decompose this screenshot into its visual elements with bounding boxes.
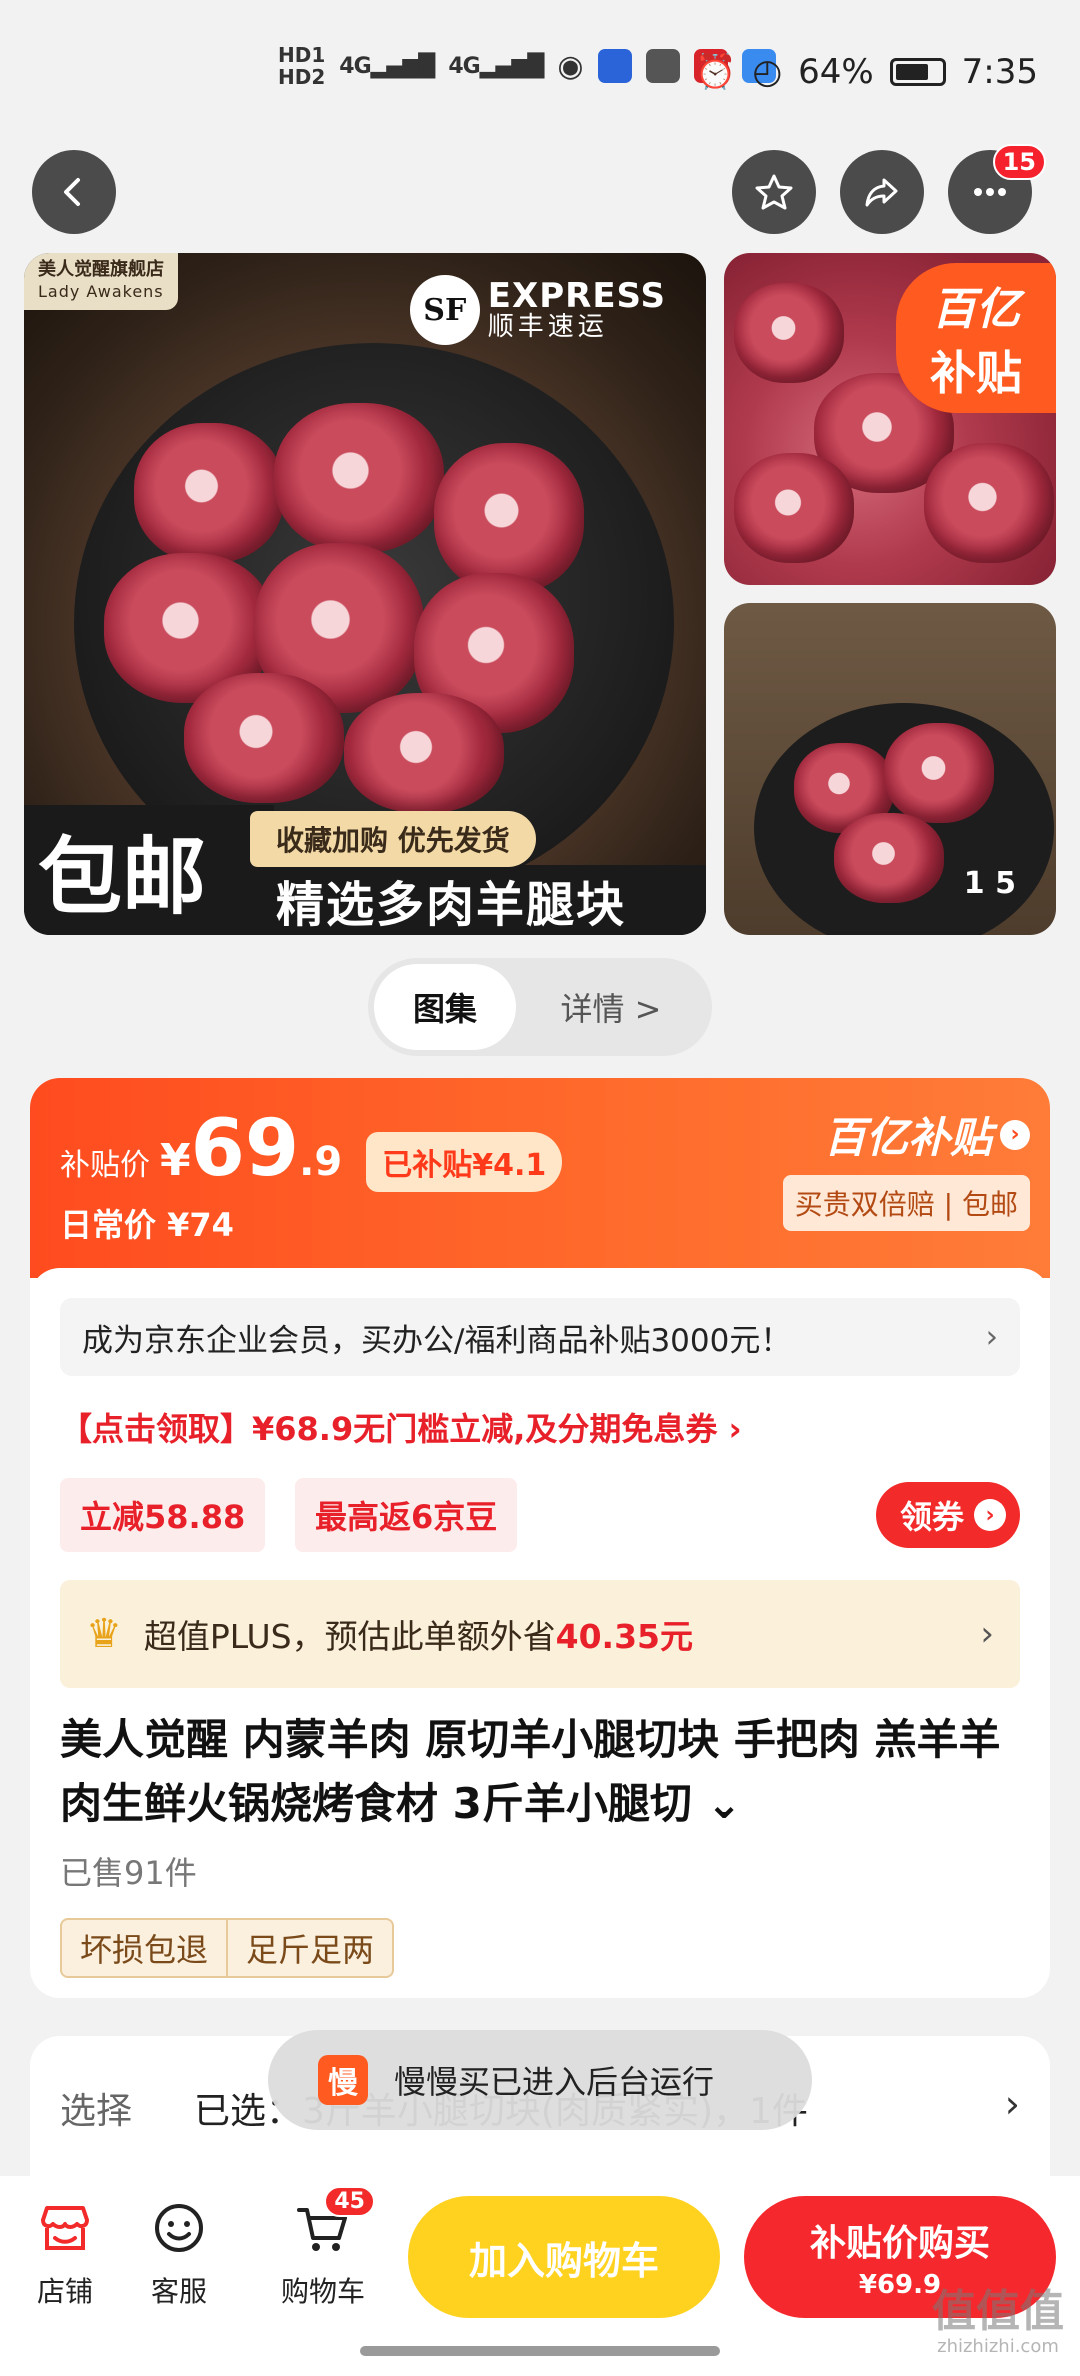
signal-icon: 4G▂▄▆█ [339,53,435,79]
chat-face-icon [155,2204,203,2252]
share-icon [865,178,898,207]
battery-icon [889,58,946,86]
sf-express-logo: SF EXPRESS 顺丰速运 [409,275,666,345]
calendar-app-icon [645,49,680,83]
hotspot-icon: ◉ [557,48,584,84]
tag-full-weight: 足斤足两 [226,1920,392,1976]
billion-subsidy-tag: 百亿 补贴 [896,263,1056,413]
chevron-right-icon: › [1004,2082,1020,2126]
chevron-right-icon: › [974,1499,1006,1531]
cart-count-badge: 45 [324,2186,375,2217]
subsidy-price-label: 补贴价 [60,1148,150,1183]
background-toast: 慢 慢慢买已进入后台运行 [268,2030,812,2130]
billion-subsidy-link[interactable]: 百亿补贴 › 买贵双倍赔 | 包邮 [750,1104,1030,1231]
guarantee-badge: 买贵双倍赔 | 包邮 [782,1175,1030,1231]
add-to-cart-button[interactable]: 加入购物车 [408,2196,720,2318]
chevron-right-icon: › [1000,1119,1030,1150]
battery-level: 64% [798,52,874,92]
enterprise-member-bar[interactable]: 成为京东企业会员，买办公/福利商品补贴3000元！ › [60,1298,1020,1376]
signal-icon-2: 4G▂▄▆█ [448,53,544,79]
media-tabs: 图集 详情 > [368,958,712,1056]
favorite-button[interactable] [732,150,816,234]
thumbnail-1[interactable]: 百亿 补贴 [724,253,1056,585]
product-title[interactable]: 美人觉醒 内蒙羊肉 原切羊小腿切块 手把肉 羔羊羊肉生鲜火锅烧烤食材 3斤羊小腿… [60,1708,1020,1836]
thumbnail-2[interactable]: 1 5 [724,603,1056,935]
store-icon [41,2206,89,2250]
store-button[interactable]: 店铺 [10,2196,120,2310]
hd1-indicator: HD1 [278,43,326,67]
tag-damage-refund: 坏损包退 [80,1931,209,1969]
price-integer: 69 [190,1104,300,1194]
tab-detail[interactable]: 详情 > [516,964,706,1050]
more-button[interactable]: 15 [948,144,1046,234]
crown-icon: ♛ [86,1611,122,1657]
coupon-link[interactable]: 【点击领取】¥68.9无门槛立减,及分期免息券 › [60,1404,742,1450]
manmanmai-app-icon: 慢 [318,2055,368,2105]
star-icon [755,174,793,210]
home-indicator[interactable] [360,2346,720,2356]
select-label: 选择 [60,2091,133,2132]
clock: 7:35 [961,52,1038,92]
plus-savings-bar[interactable]: ♛ 超值PLUS，预估此单额外省 40.35元 › [60,1580,1020,1688]
tab-gallery[interactable]: 图集 [374,964,516,1050]
hd2-indicator: HD2 [278,65,326,89]
jingdou-chip: 最高返6京豆 [295,1478,518,1552]
main-product-image[interactable]: 美人觉醒旗舰店 Lady Awakens SF EXPRESS 顺丰速运 精选多… [24,253,706,935]
baidu-app-icon [597,49,632,83]
subsidy-banner: 补贴价 ¥69.9 已补贴¥4.1 日常价 ¥74 百亿补贴 › 买贵双倍赔 | … [30,1078,1050,1278]
notification-badge: 15 [992,144,1046,180]
collect-banner: 收藏加购 优先发货 [250,811,536,867]
price-card: 补贴价 ¥69.9 已补贴¥4.1 日常价 ¥74 百亿补贴 › 买贵双倍赔 | … [30,1078,1050,1998]
chevron-left-icon [64,178,80,206]
buy-price: ¥69.9 [858,2270,942,2300]
sold-count: 已售91件 [60,1854,197,1892]
promo-section: 成为京东企业会员，买办公/福利商品补贴3000元！ › 【点击领取】¥68.9无… [30,1268,1050,1998]
back-button[interactable] [32,150,116,234]
store-badge: 美人觉醒旗舰店 Lady Awakens [24,253,178,310]
daily-price: 日常价 ¥74 [60,1206,234,1244]
image-counter: 1 5 [963,866,1016,901]
get-coupon-button[interactable]: 领券 › [875,1482,1020,1548]
chevron-right-icon: › [980,1614,994,1654]
discount-chip: 立减58.88 [60,1478,266,1552]
chevron-right-icon: › [985,1319,998,1355]
sf-logo-icon: SF [409,275,480,345]
watermark: 值值值 zhizhizhi.com [932,2286,1064,2357]
image-title-strip: 精选多肉羊腿块 [254,865,706,935]
status-right: ⏰ ◴ 64% 7:35 [694,52,1038,92]
status-bar: HD1 HD2 4G▂▄▆█ 4G▂▄▆█ ◉ ⏰ ◴ 64% 7:35 [0,0,1080,140]
price-decimal: .9 [299,1139,343,1185]
alarm-icon: ⏰ [694,52,737,92]
free-shipping-badge: 包邮 [24,805,274,935]
speed-icon: ◴ [752,52,783,92]
service-tags[interactable]: 坏损包退 足斤足两 [60,1918,395,1978]
cart-button[interactable]: 45 购物车 [268,2186,378,2310]
share-button[interactable] [840,150,924,234]
subsidy-amount-badge: 已补贴¥4.1 [366,1132,563,1192]
customer-service-button[interactable]: 客服 [124,2196,234,2310]
